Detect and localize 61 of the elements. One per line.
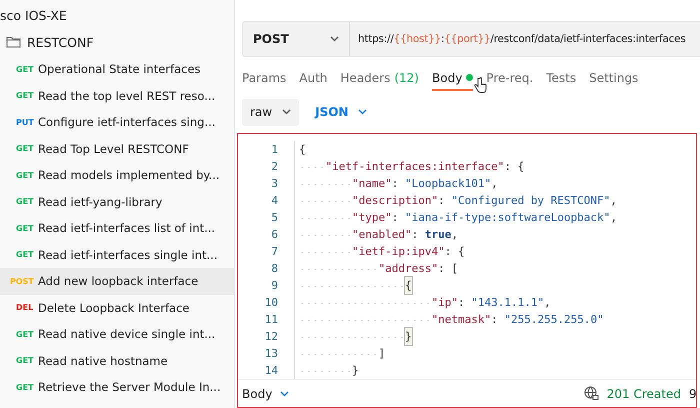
request-item[interactable]: POST Add new loopback interface: [0, 268, 234, 294]
method-label: POST: [10, 276, 34, 286]
line-number: 4: [270, 193, 279, 210]
request-item[interactable]: PUT Configure ietf-interfaces sing...: [0, 109, 234, 136]
method-label: GET: [16, 224, 34, 233]
request-item[interactable]: GET Read ietf-yang-library: [0, 188, 234, 215]
method-label: GET: [16, 356, 34, 366]
tab[interactable]: Tests: [546, 66, 576, 91]
method-label: GET: [16, 64, 34, 74]
method-label: GET: [16, 330, 34, 339]
line-number: 3: [270, 176, 279, 192]
chevron-down-icon: [282, 109, 292, 116]
line-number: 6: [270, 227, 279, 244]
request-item[interactable]: GET Read ietf-interfaces single int...: [0, 242, 234, 268]
method-label: GET: [16, 144, 34, 154]
request-item[interactable]: DEL Delete Loopback Interface: [0, 294, 234, 321]
tab[interactable]: Headers (12): [340, 66, 419, 91]
method-label: GET: [16, 197, 34, 206]
request-item[interactable]: GET Read models implemented by...: [0, 162, 234, 188]
line-number: 7: [270, 244, 279, 260]
line-number: 8: [270, 261, 279, 278]
response-time: 9: [689, 386, 696, 401]
tab[interactable]: Auth: [299, 66, 328, 91]
method-label: DEL: [16, 303, 34, 312]
hand-pointer-icon: [474, 76, 488, 94]
request-item[interactable]: GET Read native device single int...: [0, 321, 234, 348]
method-label: GET: [16, 382, 34, 392]
code-editor[interactable]: 1 { 2 "ietf-interfaces:interface": { 3 "name": "Loopback101", 4 "description": "Configured by RESTCONF", 5 "type": "iana-if-type:softwareLoopback", 6 "enabled": true, 7 "ietf-ip:ipv4": { 8 "address": [ 9 { 10 "ip": "143.1.1.1", 11 "netmask": "255.255.255.0" 12 } 13 ] 14 }: [238, 134, 696, 380]
folder-icon: [6, 36, 21, 48]
request-item[interactable]: GET Read ietf-interfaces list of int...: [0, 215, 234, 242]
response-status: 201 Created: [606, 386, 681, 401]
request-item[interactable]: GET Read Top Level RESTCONF: [0, 136, 234, 162]
method-label: GET: [16, 91, 34, 100]
tab[interactable]: Body: [432, 66, 474, 91]
request-item[interactable]: GET Retrieve the Server Module In...: [0, 374, 234, 400]
chevron-down-icon: [358, 109, 368, 116]
line-number: 14: [264, 363, 279, 380]
chevron-down-icon: [280, 390, 290, 397]
method-label: PUT: [16, 118, 34, 127]
method-label: GET: [16, 170, 34, 180]
line-number: 9: [270, 278, 279, 294]
line-number: 11: [264, 312, 279, 328]
line-number: 12: [264, 329, 279, 346]
line-number: 1: [270, 142, 279, 158]
body-format-select[interactable]: JSON: [307, 98, 376, 126]
request-item[interactable]: GET Read the top level REST reso...: [0, 82, 234, 109]
line-number: 2: [270, 159, 279, 176]
folder-name[interactable]: RESTCONF: [27, 34, 94, 50]
line-number: 10: [264, 295, 279, 312]
body-mode-select[interactable]: raw: [242, 98, 300, 126]
collection-name[interactable]: sco IOS-XE: [0, 4, 234, 28]
tab[interactable]: Settings: [589, 66, 638, 91]
tab[interactable]: Params: [242, 66, 286, 91]
method-label: GET: [16, 250, 34, 260]
globe-lock-icon: [584, 386, 599, 402]
request-item[interactable]: GET Operational State interfaces: [0, 56, 234, 82]
tab[interactable]: Pre-req.: [486, 66, 534, 91]
response-body-select[interactable]: Body: [242, 386, 290, 401]
request-item[interactable]: GET Read native hostname: [0, 348, 234, 374]
line-number: 5: [270, 210, 279, 226]
line-number: 13: [264, 346, 279, 362]
